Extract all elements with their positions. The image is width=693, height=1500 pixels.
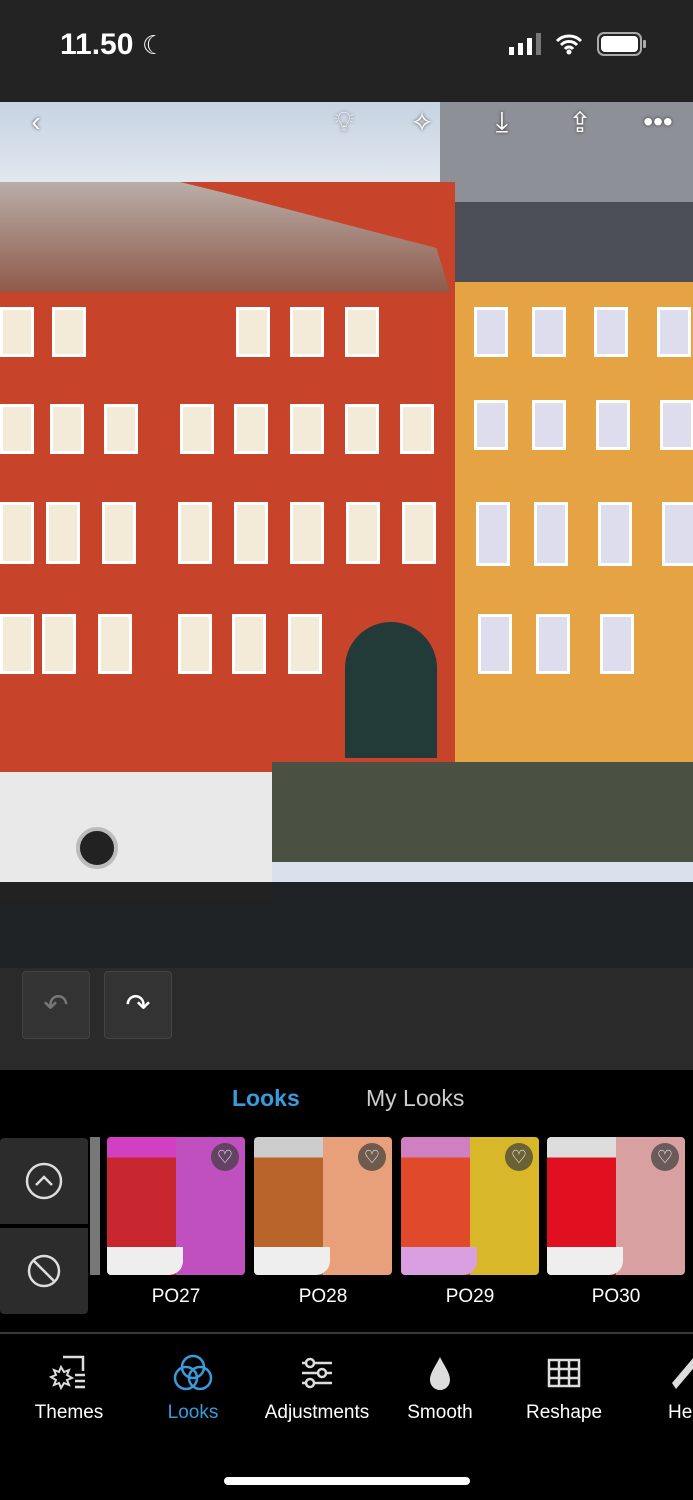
favorite-heart-icon[interactable]: ♡ [211, 1143, 239, 1171]
nav-label: Looks [167, 1402, 219, 1423]
look-thumbnail-po30[interactable]: ♡ [547, 1137, 685, 1275]
nav-label: Heal [668, 1402, 693, 1423]
magic-wand-icon: ✧ [410, 106, 434, 138]
back-icon: ‹ [31, 106, 41, 137]
looks-icon [173, 1354, 213, 1391]
redo-icon: ↷ [125, 988, 151, 1022]
back-button[interactable]: ‹ [18, 102, 54, 142]
auto-fix-button[interactable]: 💡︎ [320, 102, 368, 142]
nav-label: Adjustments [264, 1402, 370, 1423]
favorite-heart-icon[interactable]: ♡ [358, 1143, 386, 1171]
divider [0, 1332, 693, 1334]
nav-reshape[interactable]: Reshape [499, 1350, 629, 1424]
nav-label: Themes [34, 1402, 104, 1423]
look-label: PO27 [151, 1286, 201, 1307]
redo-button[interactable]: ↷ [104, 971, 172, 1039]
more-icon: ••• [643, 106, 673, 137]
nav-looks[interactable]: Looks [128, 1350, 258, 1424]
nav-adjustments[interactable]: Adjustments [252, 1350, 382, 1424]
more-button[interactable]: ••• [636, 102, 680, 142]
sliders-icon [302, 1357, 332, 1389]
reshape-grid-icon [547, 1358, 581, 1388]
look-label: PO28 [298, 1286, 348, 1307]
status-time: 11.50 [60, 28, 134, 61]
favorite-heart-icon[interactable]: ♡ [651, 1143, 679, 1171]
look-thumbnail-po27[interactable]: ♡ [107, 1137, 245, 1275]
magic-wand-button[interactable]: ✧ [400, 102, 444, 142]
look-label: PO29 [445, 1286, 495, 1307]
tab-my-looks[interactable]: My Looks [366, 1085, 464, 1112]
battery-icon [597, 32, 646, 56]
look-thumbnail-po28[interactable]: ♡ [254, 1137, 392, 1275]
status-bar: 11.50 ☾ [0, 0, 693, 102]
nav-themes[interactable]: Themes [4, 1350, 134, 1424]
favorite-heart-icon[interactable]: ♡ [505, 1143, 533, 1171]
none-icon [27, 1254, 61, 1288]
tab-looks[interactable]: Looks [232, 1085, 300, 1112]
look-thumbnail-po29[interactable]: ♡ [401, 1137, 539, 1275]
bandage-icon [672, 1358, 693, 1389]
chevron-up-circle-icon [25, 1162, 63, 1200]
wifi-icon [555, 34, 583, 55]
nav-smooth[interactable]: Smooth [375, 1350, 505, 1424]
droplet-icon [430, 1357, 450, 1390]
undo-icon: ↶ [43, 988, 69, 1022]
lightbulb-icon: 💡︎ [334, 105, 354, 137]
collapse-button[interactable] [0, 1138, 88, 1224]
nav-heal[interactable]: Heal [620, 1350, 693, 1424]
themes-icon [49, 1355, 85, 1391]
download-icon: ⤓ [495, 105, 509, 137]
signal-icon [509, 33, 541, 55]
history-bar: ↶ ↷ [0, 968, 693, 1070]
no-look-button[interactable] [0, 1228, 88, 1314]
photo-canvas[interactable]: ‹ 💡︎ ✧ ⤓ ⇪ ••• [0, 102, 693, 968]
moon-icon: ☾ [142, 30, 166, 60]
nav-label: Reshape [525, 1402, 603, 1423]
share-button[interactable]: ⇪ [560, 102, 600, 142]
looks-tabs: Looks My Looks [0, 1085, 693, 1125]
home-indicator [224, 1477, 470, 1485]
nav-label: Smooth [407, 1402, 473, 1423]
download-button[interactable]: ⤓ [482, 102, 522, 142]
undo-button[interactable]: ↶ [22, 971, 90, 1039]
look-label: PO30 [591, 1286, 641, 1307]
share-icon: ⇪ [568, 106, 592, 138]
